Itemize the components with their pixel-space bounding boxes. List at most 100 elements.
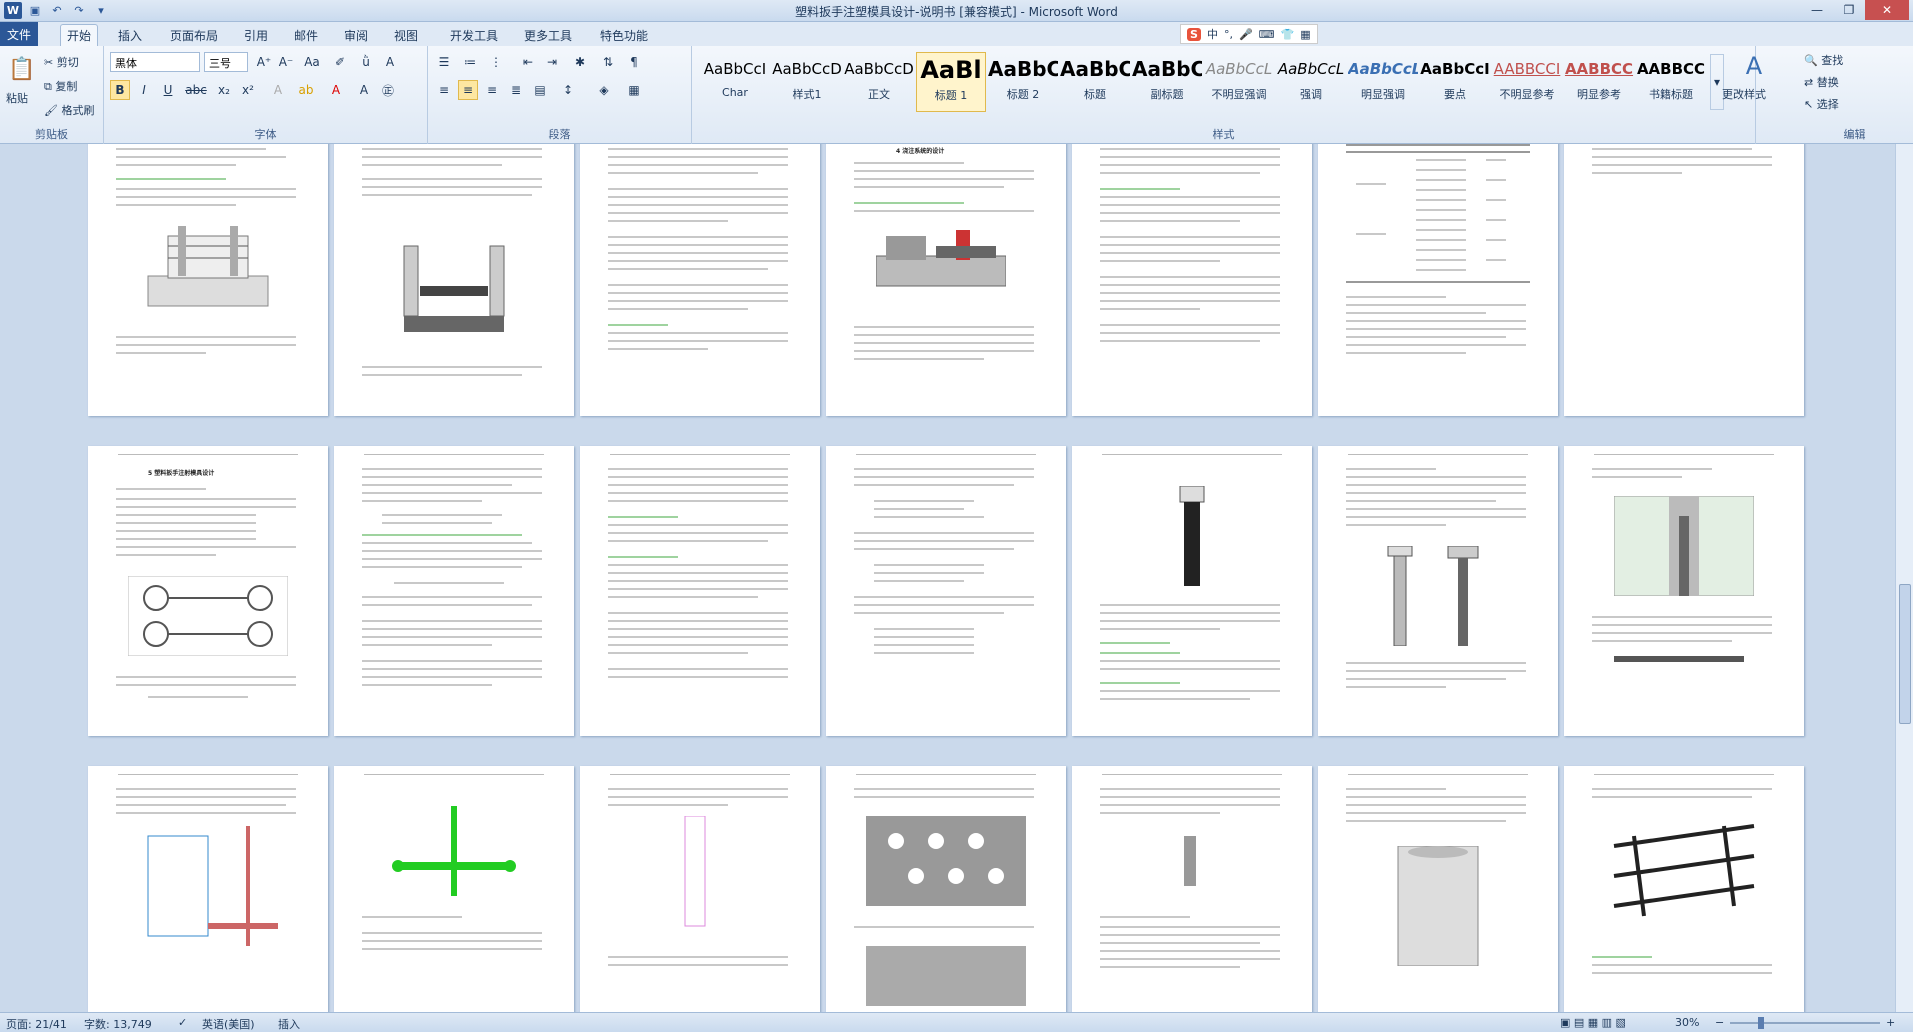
find-button[interactable]: 🔍 查找 — [1804, 52, 1843, 68]
change-case-icon[interactable]: Aa — [302, 52, 322, 72]
highlight-icon[interactable]: ab — [296, 80, 316, 100]
zoom-slider-thumb[interactable] — [1758, 1017, 1764, 1029]
style-heading1[interactable]: AaBl 标题 1 — [916, 52, 986, 112]
page[interactable] — [826, 766, 1066, 1012]
style-heading2[interactable]: AaBbC 标题 2 — [988, 52, 1058, 112]
page[interactable] — [1318, 766, 1558, 1012]
maximize-button[interactable]: ❐ — [1833, 0, 1865, 20]
bold-icon[interactable]: B — [110, 80, 130, 100]
underline-icon[interactable]: U — [158, 80, 178, 100]
subscript-icon[interactable]: x₂ — [214, 80, 234, 100]
page[interactable]: 4 浇注系统的设计 — [826, 144, 1066, 416]
style-char[interactable]: AaBbCcI Char — [700, 52, 770, 112]
align-right-icon[interactable]: ≡ — [482, 80, 502, 100]
decrease-indent-icon[interactable]: ⇤ — [518, 52, 538, 72]
change-styles-icon[interactable]: A — [1740, 50, 1768, 82]
multilevel-list-icon[interactable]: ⋮ — [486, 52, 506, 72]
char-border-icon[interactable]: A — [380, 52, 400, 72]
align-left-icon[interactable]: ≡ — [434, 80, 454, 100]
shrink-font-icon[interactable]: A⁻ — [276, 52, 296, 72]
page[interactable] — [334, 766, 574, 1012]
font-color-icon[interactable]: A — [326, 80, 346, 100]
tab-features[interactable]: 特色功能 — [594, 24, 654, 46]
vertical-scrollbar[interactable] — [1895, 144, 1913, 1012]
zoom-out-icon[interactable]: − — [1715, 1016, 1724, 1029]
show-marks-icon[interactable]: ¶ — [624, 52, 644, 72]
numbering-icon[interactable]: ≔ — [460, 52, 480, 72]
ime-toolbar[interactable]: S 中 °, 🎤 ⌨ 👕 ▦ — [1180, 24, 1318, 44]
style-intense-emphasis[interactable]: AaBbCcL 明显强调 — [1348, 52, 1418, 112]
superscript-icon[interactable]: x² — [238, 80, 258, 100]
copy-button[interactable]: ⧉ 复制 — [44, 78, 77, 94]
scroll-thumb[interactable] — [1899, 584, 1911, 724]
tab-view[interactable]: 视图 — [388, 24, 424, 46]
insert-mode[interactable]: 插入 — [278, 1016, 300, 1032]
page[interactable] — [334, 144, 574, 416]
paste-icon[interactable]: 📋 — [6, 52, 38, 86]
change-styles-button[interactable]: 更改样式 — [1722, 86, 1766, 102]
word-count[interactable]: 字数: 13,749 — [84, 1016, 152, 1032]
select-button[interactable]: ↖ 选择 — [1804, 96, 1839, 112]
page[interactable] — [1318, 144, 1558, 416]
text-effects-icon[interactable]: A — [268, 80, 288, 100]
enclose-char-icon[interactable]: ㊣ — [378, 80, 398, 100]
clear-format-icon[interactable]: ✐ — [330, 52, 350, 72]
page[interactable] — [580, 766, 820, 1012]
distributed-icon[interactable]: ▤ — [530, 80, 550, 100]
font-name-select[interactable]: 黑体 — [110, 52, 200, 72]
view-buttons[interactable]: ▣ ▤ ▦ ▥ ▧ — [1560, 1016, 1626, 1029]
language-indicator[interactable]: 英语(美国) — [202, 1016, 255, 1032]
phonetic-guide-icon[interactable]: ǜ — [356, 52, 376, 72]
borders-icon[interactable]: ▦ — [624, 80, 644, 100]
style-book-title[interactable]: AABBCC 书籍标题 — [1636, 52, 1706, 112]
style-subtitle[interactable]: AaBbC 副标题 — [1132, 52, 1202, 112]
strikethrough-icon[interactable]: abc — [185, 80, 207, 100]
style-style1[interactable]: AaBbCcD 样式1 — [772, 52, 842, 112]
align-center-icon[interactable]: ≡ — [458, 80, 478, 100]
page[interactable] — [826, 446, 1066, 736]
tab-insert[interactable]: 插入 — [112, 24, 148, 46]
tab-page-layout[interactable]: 页面布局 — [164, 24, 224, 46]
tab-more-tools[interactable]: 更多工具 — [518, 24, 578, 46]
page[interactable] — [1564, 446, 1804, 736]
tab-home[interactable]: 开始 — [60, 24, 98, 46]
font-size-select[interactable]: 三号 — [204, 52, 248, 72]
minimize-button[interactable]: — — [1801, 0, 1833, 20]
line-spacing-icon[interactable]: ↕ — [558, 80, 578, 100]
bullets-icon[interactable]: ☰ — [434, 52, 454, 72]
tab-file[interactable]: 文件 — [0, 22, 38, 46]
close-button[interactable]: ✕ — [1865, 0, 1909, 20]
style-subtle-reference[interactable]: AABBCCI 不明显参考 — [1492, 52, 1562, 112]
style-subtle-emphasis[interactable]: AaBbCcL 不明显强调 — [1204, 52, 1274, 112]
tab-references[interactable]: 引用 — [238, 24, 274, 46]
style-title[interactable]: AaBbC 标题 — [1060, 52, 1130, 112]
page[interactable] — [88, 144, 328, 416]
page[interactable] — [580, 446, 820, 736]
page[interactable] — [88, 766, 328, 1012]
style-emphasis[interactable]: AaBbCcL 强调 — [1276, 52, 1346, 112]
page[interactable] — [1072, 144, 1312, 416]
replace-button[interactable]: ⇄ 替换 — [1804, 74, 1839, 90]
page[interactable] — [580, 144, 820, 416]
page[interactable]: 5 塑料扳手注射模具设计 — [88, 446, 328, 736]
page[interactable] — [1318, 446, 1558, 736]
style-intense-reference[interactable]: AABBCC 明显参考 — [1564, 52, 1634, 112]
page[interactable] — [334, 446, 574, 736]
style-normal[interactable]: AaBbCcD 正文 — [844, 52, 914, 112]
page-indicator[interactable]: 页面: 21/41 — [6, 1016, 67, 1032]
char-shading-icon[interactable]: A — [354, 80, 374, 100]
proofing-icon[interactable]: ✓ — [178, 1016, 187, 1029]
chinese-layout-icon[interactable]: ✱ — [570, 52, 590, 72]
tab-developer[interactable]: 开发工具 — [444, 24, 504, 46]
tab-mailings[interactable]: 邮件 — [288, 24, 324, 46]
zoom-level[interactable]: 30% — [1675, 1016, 1699, 1029]
zoom-slider[interactable] — [1730, 1022, 1880, 1024]
increase-indent-icon[interactable]: ⇥ — [542, 52, 562, 72]
justify-icon[interactable]: ≣ — [506, 80, 526, 100]
page[interactable] — [1072, 766, 1312, 1012]
tab-review[interactable]: 审阅 — [338, 24, 374, 46]
shading-icon[interactable]: ◈ — [594, 80, 614, 100]
grow-font-icon[interactable]: A⁺ — [254, 52, 274, 72]
style-strong[interactable]: AaBbCcI 要点 — [1420, 52, 1490, 112]
page[interactable] — [1564, 766, 1804, 1012]
